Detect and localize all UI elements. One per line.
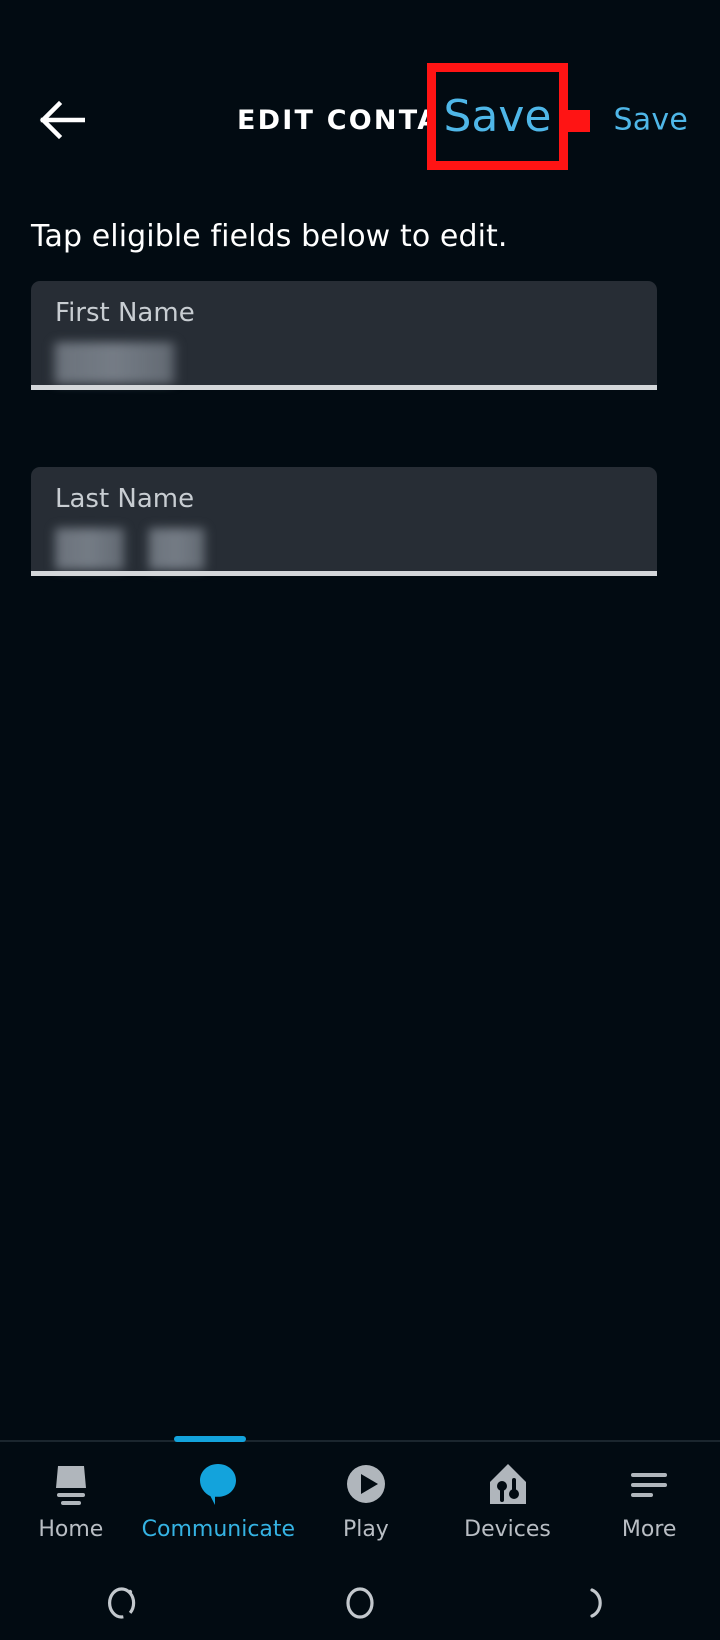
bottom-tab-bar: Home Communicate Play: [0, 1442, 720, 1562]
tab-home[interactable]: Home: [0, 1442, 142, 1542]
app-screen: EDIT CONTACT Save Save Tap eligible fiel…: [0, 0, 720, 1640]
tab-communicate-label: Communicate: [142, 1517, 295, 1542]
speech-bubble-icon: [192, 1458, 244, 1510]
back-nav-button[interactable]: [540, 1575, 660, 1635]
first-name-value-redacted: [51, 342, 179, 384]
last-name-label: Last Name: [55, 484, 194, 514]
last-name-value-redacted-part1: [53, 528, 127, 570]
tab-active-indicator: [174, 1436, 246, 1442]
last-name-field[interactable]: Last Name: [31, 467, 657, 572]
tab-devices-label: Devices: [464, 1517, 551, 1542]
back-icon: [580, 1581, 620, 1629]
tab-more[interactable]: More: [578, 1442, 720, 1542]
last-name-underline: [31, 571, 657, 576]
circle-home-icon: [340, 1581, 380, 1629]
system-navigation-bar: [0, 1570, 720, 1640]
hamburger-menu-icon: [623, 1458, 675, 1510]
annotation-highlight-label: Save: [443, 95, 551, 139]
tab-more-label: More: [622, 1517, 677, 1542]
home-button[interactable]: [300, 1575, 420, 1635]
first-name-field[interactable]: First Name: [31, 281, 657, 386]
annotation-highlight-box: Save: [427, 63, 568, 170]
tab-communicate[interactable]: Communicate: [142, 1442, 295, 1542]
echo-device-icon: [45, 1458, 97, 1510]
last-name-value-redacted-part2: [147, 528, 207, 570]
annotation-connector: [568, 110, 590, 132]
tab-play-label: Play: [343, 1517, 389, 1542]
page-title: EDIT CONTACT: [0, 60, 720, 180]
first-name-underline: [31, 385, 657, 390]
app-header: EDIT CONTACT Save: [0, 60, 720, 180]
tab-devices[interactable]: Devices: [437, 1442, 579, 1542]
tab-home-label: Home: [38, 1517, 103, 1542]
save-button[interactable]: Save: [614, 103, 688, 138]
first-name-label: First Name: [55, 298, 195, 328]
recents-button[interactable]: [60, 1575, 180, 1635]
instruction-text: Tap eligible fields below to edit.: [31, 219, 508, 254]
recents-icon: [100, 1581, 140, 1629]
home-devices-icon: [482, 1458, 534, 1510]
tab-play[interactable]: Play: [295, 1442, 437, 1542]
play-circle-icon: [340, 1458, 392, 1510]
